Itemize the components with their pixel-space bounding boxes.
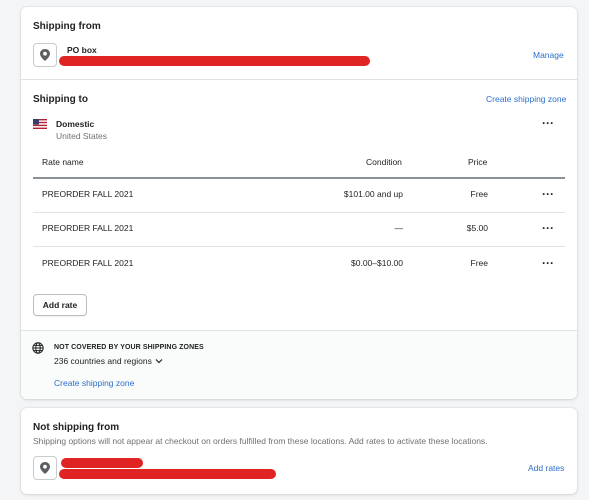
zone-country: United States bbox=[56, 131, 108, 141]
row-more-icon[interactable]: ··· bbox=[542, 257, 554, 269]
not-shipping-from-description: Shipping options will not appear at chec… bbox=[33, 436, 488, 446]
zone-more-icon[interactable]: ··· bbox=[542, 117, 554, 129]
section-divider bbox=[21, 79, 577, 80]
zone-name: Domestic bbox=[56, 119, 95, 129]
countries-regions-label: 236 countries and regions bbox=[54, 356, 152, 366]
not-shipping-from-card: Not shipping from Shipping options will … bbox=[21, 408, 577, 494]
redacted-location-address bbox=[59, 469, 276, 479]
shipping-from-title: Shipping from bbox=[33, 21, 101, 32]
not-shipping-from-title: Not shipping from bbox=[33, 422, 120, 433]
not-covered-title: NOT COVERED BY YOUR SHIPPING ZONES bbox=[54, 344, 204, 351]
us-flag-icon bbox=[33, 119, 47, 129]
condition-cell: $0.00–$10.00 bbox=[351, 258, 403, 268]
globe-icon bbox=[32, 342, 44, 356]
not-covered-section: NOT COVERED BY YOUR SHIPPING ZONES 236 c… bbox=[21, 330, 577, 399]
create-shipping-zone-link[interactable]: Create shipping zone bbox=[486, 94, 566, 104]
row-more-icon[interactable]: ··· bbox=[542, 222, 554, 234]
manage-link[interactable]: Manage bbox=[533, 50, 564, 60]
row-more-icon[interactable]: ··· bbox=[542, 188, 554, 200]
location-name: PO box bbox=[67, 45, 97, 55]
countries-regions-toggle[interactable]: 236 countries and regions bbox=[54, 356, 163, 366]
condition-header: Condition bbox=[366, 157, 402, 167]
rate-name-header-label: Rate name bbox=[42, 157, 84, 167]
rate-name-cell: PREORDER FALL 2021 bbox=[42, 189, 134, 199]
redacted-address bbox=[59, 56, 370, 66]
chevron-down-icon bbox=[155, 358, 163, 364]
add-rate-button[interactable]: Add rate bbox=[33, 294, 87, 316]
redacted-location-name bbox=[61, 458, 143, 468]
not-covered-create-zone-link[interactable]: Create shipping zone bbox=[54, 378, 134, 388]
condition-cell: — bbox=[394, 223, 404, 233]
row-divider bbox=[33, 212, 565, 213]
condition-cell: $101.00 and up bbox=[343, 189, 403, 199]
rate-name-cell: PREORDER FALL 2021 bbox=[42, 258, 134, 268]
table-header-divider bbox=[33, 177, 565, 179]
section-divider bbox=[21, 330, 577, 331]
price-cell: Free bbox=[470, 189, 488, 199]
shipping-to-title: Shipping to bbox=[33, 94, 88, 105]
rate-name-header[interactable]: Rate name bbox=[42, 157, 86, 167]
location-pin-icon bbox=[33, 43, 57, 67]
add-rates-link[interactable]: Add rates bbox=[528, 463, 564, 473]
location-pin-icon bbox=[33, 456, 57, 480]
row-divider bbox=[33, 246, 565, 247]
price-cell: $5.00 bbox=[466, 223, 488, 233]
price-cell: Free bbox=[470, 258, 488, 268]
rate-name-cell: PREORDER FALL 2021 bbox=[42, 223, 134, 233]
shipping-card: Shipping from PO box Manage Shipping to … bbox=[21, 7, 577, 399]
price-header: Price bbox=[468, 157, 488, 167]
